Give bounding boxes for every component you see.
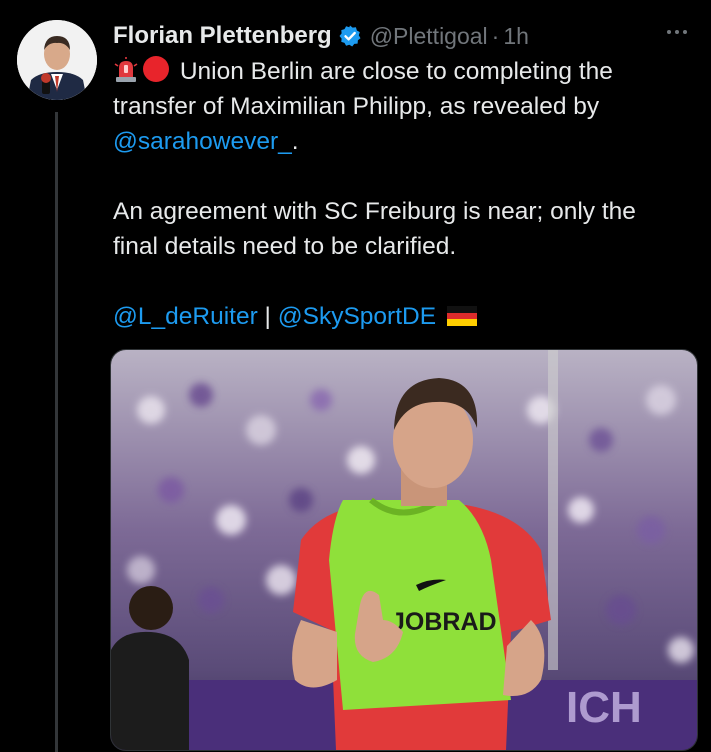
handle[interactable]: @Plettigoal [370,23,488,50]
thread-line [55,112,58,752]
mention-suffix: . [291,128,299,155]
verified-badge-icon [339,25,361,47]
bib-text: JOBRAD [391,608,497,636]
tweet-line-4: An agreement with SC Freiburg is near; o… [113,198,636,225]
tweet-line-1: Union Berlin are close to completing the [113,54,698,89]
tweet-text: Union Berlin are close to completing the… [113,54,698,334]
photo-footballer: ICH JOBRAD [111,350,697,750]
display-name[interactable]: Florian Plettenberg [113,22,332,50]
mention-divider: | [264,303,271,330]
tweet-line-1-text: Union Berlin are close to completing the [179,58,613,85]
red-circle-icon [143,56,169,82]
avatar[interactable] [17,20,97,100]
svg-text:ICH: ICH [566,683,642,732]
tweet-header: Florian Plettenberg @Plettigoal · 1h [113,18,691,54]
separator-dot: · [491,22,500,49]
tweet-line-2: transfer of Maximilian Philipp, as revea… [113,93,600,120]
timestamp[interactable]: 1h [503,23,529,50]
rotating-light-icon [114,57,138,82]
avatar-image [17,20,97,100]
mention-sarahowever[interactable]: @sarahowever_ [113,128,292,155]
tweet-line-5: final details need to be clarified. [113,233,457,260]
tweet-line-6: @L_deRuiter | @SkySportDE [113,299,698,334]
tweet-line-3: @sarahowever_. [113,124,698,159]
mention-l-deruiter[interactable]: @L_deRuiter [113,303,258,330]
more-options-icon[interactable] [663,22,691,42]
mention-skysportde[interactable]: @SkySportDE [278,303,436,330]
germany-flag-icon [446,306,477,326]
tweet-media-image[interactable]: ICH JOBRAD [110,349,698,751]
